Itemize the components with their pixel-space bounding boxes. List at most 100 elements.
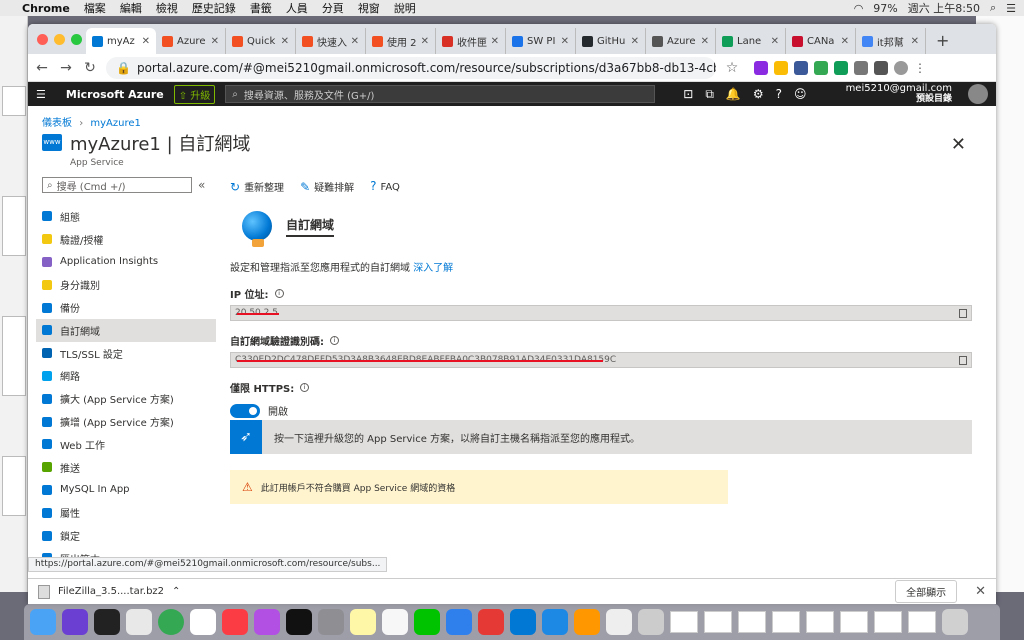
clock[interactable]: 週六 上午8:50 [908, 0, 980, 16]
minimize-window-button[interactable] [54, 34, 65, 45]
refresh-button[interactable]: ↻ 重新整理 [230, 179, 284, 194]
textedit-icon[interactable] [606, 609, 632, 635]
zoom-window-button[interactable] [71, 34, 82, 45]
close-tab-icon[interactable]: ✕ [561, 36, 569, 47]
profile-avatar[interactable] [894, 60, 908, 75]
sidebar-item[interactable]: 自訂網域 [36, 318, 216, 342]
feedback-icon[interactable]: ☺ [794, 87, 807, 102]
copy-icon[interactable] [959, 356, 967, 365]
minimized-window[interactable] [670, 611, 698, 633]
music-icon[interactable] [222, 609, 248, 635]
info-icon[interactable]: i [300, 383, 310, 392]
browser-tab[interactable]: CANa ✕ [786, 28, 856, 54]
menu-item[interactable]: 檢視 [156, 0, 178, 16]
show-all-button[interactable]: 全部顯示 [895, 580, 958, 603]
browser-tab[interactable]: Lane ✕ [716, 28, 786, 54]
new-tab-button[interactable]: + [926, 31, 959, 54]
sublime-icon[interactable] [574, 609, 600, 635]
browser-tab[interactable]: GitHu ✕ [576, 28, 646, 54]
siri-icon[interactable] [62, 609, 88, 635]
upgrade-button[interactable]: ⇧ 升級 [173, 84, 216, 104]
close-tab-icon[interactable]: ✕ [911, 36, 919, 47]
sidebar-item[interactable]: 擴大 (App Service 方案) [36, 387, 216, 410]
browser-tab[interactable]: Quick ✕ [226, 28, 296, 54]
extension-icon[interactable] [754, 60, 768, 75]
account-info[interactable]: mei5210@gmail.com 預設目錄 [846, 83, 952, 105]
close-tab-icon[interactable]: ✕ [771, 36, 779, 47]
minimized-window[interactable] [704, 611, 732, 633]
menu-item[interactable]: 分頁 [322, 0, 344, 16]
menu-item[interactable]: 檔案 [84, 0, 106, 16]
search-icon[interactable]: ⌕ [990, 1, 996, 15]
minimized-window[interactable] [874, 611, 902, 633]
extension-icon[interactable] [814, 60, 828, 75]
chrome-icon[interactable] [158, 609, 184, 635]
bookmark-star-icon[interactable]: ☆ [724, 60, 740, 76]
portal-menu-icon[interactable]: ☰ [36, 88, 46, 101]
notes-icon[interactable] [350, 609, 376, 635]
minimized-window[interactable] [840, 611, 868, 633]
extension-icon[interactable] [834, 60, 848, 75]
extension-icon[interactable] [854, 60, 868, 75]
browser-tab[interactable]: it邦幫 ✕ [856, 28, 926, 54]
podcasts-icon[interactable] [254, 609, 280, 635]
browser-tab[interactable]: Azure ✕ [156, 28, 226, 54]
finder-icon[interactable] [30, 609, 56, 635]
close-tab-icon[interactable]: ✕ [421, 36, 429, 47]
notifications-icon[interactable]: 🔔 [726, 87, 741, 102]
settings-gear-icon[interactable]: ⚙ [753, 87, 764, 102]
extension-icon[interactable] [774, 60, 788, 75]
terminal-icon[interactable] [94, 609, 120, 635]
minimized-window[interactable] [806, 611, 834, 633]
learn-more-link[interactable]: 深入了解 [413, 263, 453, 274]
menu-app-name[interactable]: Chrome [22, 2, 70, 15]
sidebar-item[interactable]: 網路 [36, 365, 216, 388]
ip-address-field[interactable]: 20.50.2.5 [230, 305, 972, 321]
https-only-toggle[interactable] [230, 403, 260, 418]
faq-button[interactable]: ? FAQ [370, 179, 400, 193]
browser-tab[interactable]: Azure ✕ [646, 28, 716, 54]
close-tab-icon[interactable]: ✕ [211, 36, 219, 47]
minimized-window[interactable] [772, 611, 800, 633]
minimized-window[interactable] [738, 611, 766, 633]
chevron-up-icon[interactable]: ⌃ [172, 586, 180, 597]
close-tab-icon[interactable]: ✕ [351, 36, 359, 47]
avatar[interactable] [968, 84, 988, 104]
battery-label[interactable]: 97% [873, 2, 897, 15]
copy-icon[interactable] [959, 309, 967, 318]
menu-list-icon[interactable]: ☰ [1006, 2, 1016, 15]
sidebar-item[interactable]: 身分識別 [36, 273, 216, 296]
app-icon[interactable] [478, 609, 504, 635]
close-tab-icon[interactable]: ✕ [631, 36, 639, 47]
verification-id-field[interactable]: C330ED2DC478DEFD53D3A8B3648EBD8EABFFBA0C… [230, 352, 972, 368]
close-tab-icon[interactable]: ✕ [281, 36, 289, 47]
close-icon[interactable]: ✕ [975, 584, 986, 599]
close-tab-icon[interactable]: ✕ [142, 36, 150, 47]
close-tab-icon[interactable]: ✕ [491, 36, 499, 47]
menu-item[interactable]: 視窗 [358, 0, 380, 16]
trash-icon[interactable] [942, 609, 968, 635]
menu-item[interactable]: 說明 [394, 0, 416, 16]
minimized-window[interactable] [908, 611, 936, 633]
sidebar-item[interactable]: 屬性 [36, 501, 216, 524]
photos-icon[interactable] [382, 609, 408, 635]
directory-filter-icon[interactable]: ⧉ [705, 87, 714, 102]
calendar-icon[interactable] [190, 609, 216, 635]
sidebar-item[interactable]: Web 工作 [36, 433, 216, 456]
reload-icon[interactable]: ↻ [82, 60, 98, 76]
browser-tab[interactable]: 快速入 ✕ [296, 28, 366, 54]
upgrade-banner[interactable]: ➶ 按一下這裡升級您的 App Service 方案，以將自訂主機名稱指派至您的… [230, 420, 972, 454]
vscode-icon[interactable] [510, 609, 536, 635]
download-item[interactable]: FileZilla_3.5....tar.bz2 [58, 586, 164, 597]
browser-tab[interactable]: 使用 2 ✕ [366, 28, 436, 54]
address-bar[interactable]: 🔒 portal.azure.com/#@mei5210gmail.onmicr… [106, 56, 716, 79]
more-menu-icon[interactable]: ⋮ [914, 61, 926, 75]
info-icon[interactable]: i [330, 336, 339, 345]
sidebar-item[interactable]: 備份 [36, 296, 216, 319]
line-icon[interactable] [414, 609, 440, 635]
close-tab-icon[interactable]: ✕ [701, 36, 709, 47]
help-icon[interactable]: ? [776, 87, 782, 102]
menu-item[interactable]: 人員 [286, 0, 308, 16]
collapse-menu-icon[interactable]: « [198, 178, 205, 192]
system-preferences-icon[interactable] [318, 609, 344, 635]
